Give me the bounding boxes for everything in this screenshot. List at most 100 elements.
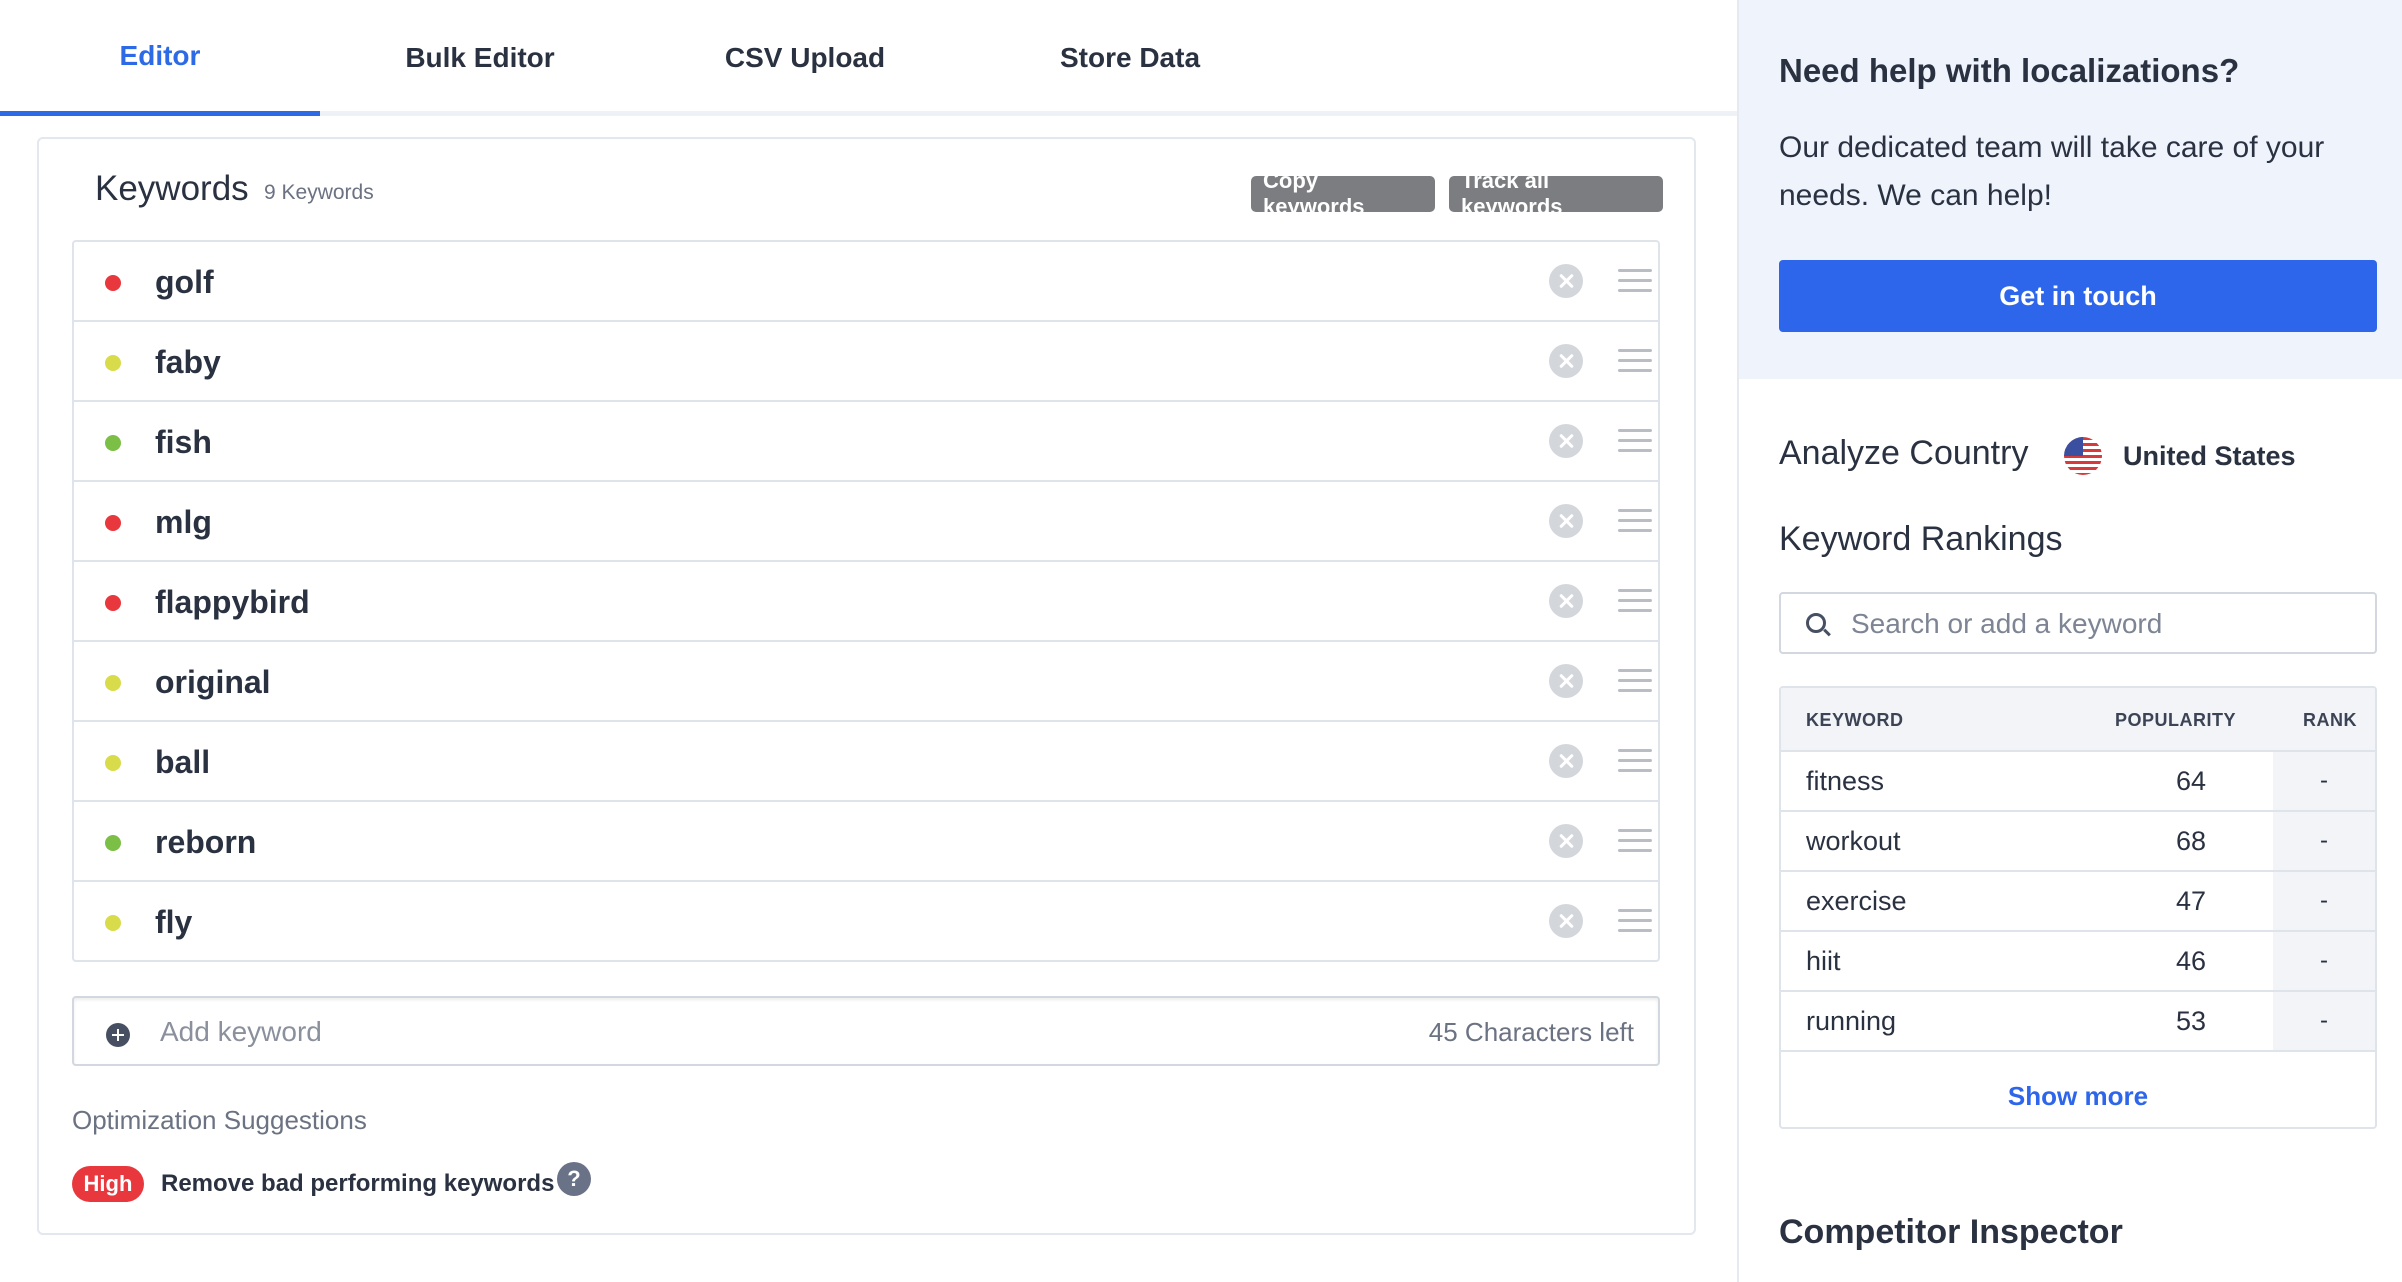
help-panel: Need help with localizations? Our dedica… bbox=[1739, 0, 2402, 379]
copy-keywords-button[interactable]: Copy keywords bbox=[1251, 168, 1435, 219]
drag-handle-line bbox=[1618, 519, 1652, 522]
drag-handle-line bbox=[1618, 919, 1652, 922]
keyword-list: golf faby fish mlg flappybird original ball reb… bbox=[72, 240, 1660, 962]
drag-handle-line bbox=[1618, 909, 1652, 912]
keyword-text[interactable]: fish bbox=[155, 420, 212, 464]
close-circle-icon[interactable] bbox=[1549, 264, 1583, 298]
help-text: Our dedicated team will take care of you… bbox=[1779, 131, 2325, 212]
keyword-row[interactable]: reborn bbox=[74, 802, 1658, 882]
drag-handle-line bbox=[1618, 429, 1652, 432]
drag-handle-icon[interactable] bbox=[1618, 269, 1652, 293]
cell-rank: - bbox=[2273, 992, 2375, 1050]
table-row[interactable]: fitness 64 - bbox=[1781, 752, 2375, 812]
main-area: Editor Bulk Editor CSV Upload Store Data… bbox=[0, 0, 1737, 1282]
drag-handle-line bbox=[1618, 589, 1652, 592]
drag-handle-line bbox=[1618, 829, 1652, 832]
drag-handle-line bbox=[1618, 349, 1652, 352]
keyword-text[interactable]: original bbox=[155, 660, 271, 704]
drag-handle-line bbox=[1618, 669, 1652, 672]
header-keyword[interactable]: KEYWORD bbox=[1806, 710, 1904, 731]
keyword-text[interactable]: flappybird bbox=[155, 580, 310, 624]
track-all-keywords-button[interactable]: Track all keywords bbox=[1449, 168, 1663, 219]
table-row[interactable]: exercise 47 - bbox=[1781, 872, 2375, 932]
tab-bar: Editor Bulk Editor CSV Upload Store Data bbox=[0, 0, 1737, 116]
header-rank[interactable]: RANK bbox=[2303, 710, 2357, 731]
close-circle-icon[interactable] bbox=[1549, 904, 1583, 938]
question-circle-icon[interactable]: ? bbox=[557, 1162, 591, 1196]
table-row[interactable]: hiit 46 - bbox=[1781, 932, 2375, 992]
drag-handle-icon[interactable] bbox=[1618, 669, 1652, 693]
drag-handle-line bbox=[1618, 849, 1652, 852]
keyword-text[interactable]: ball bbox=[155, 740, 210, 784]
drag-handle-line bbox=[1618, 609, 1652, 612]
drag-handle-icon[interactable] bbox=[1618, 429, 1652, 453]
tab-bulk-editor[interactable]: Bulk Editor bbox=[320, 0, 640, 116]
keyword-text[interactable]: faby bbox=[155, 340, 221, 384]
keyword-text[interactable]: mlg bbox=[155, 500, 212, 544]
competitor-inspector-title: Competitor Inspector bbox=[1779, 1213, 2123, 1251]
drag-handle-line bbox=[1618, 439, 1652, 442]
cell-rank: - bbox=[2273, 872, 2375, 930]
keyword-row[interactable]: flappybird bbox=[74, 562, 1658, 642]
keyword-row[interactable]: mlg bbox=[74, 482, 1658, 562]
close-circle-icon[interactable] bbox=[1549, 664, 1583, 698]
keyword-row[interactable]: ball bbox=[74, 722, 1658, 802]
cell-keyword: hiit bbox=[1806, 946, 1841, 976]
keyword-row[interactable]: fish bbox=[74, 402, 1658, 482]
table-row[interactable]: running 53 - bbox=[1781, 992, 2375, 1052]
keyword-search-box[interactable] bbox=[1779, 592, 2377, 654]
cell-popularity: 46 bbox=[2175, 946, 2207, 976]
keyword-search-input[interactable] bbox=[1851, 604, 2361, 644]
drag-handle-line bbox=[1618, 759, 1652, 762]
close-circle-icon[interactable] bbox=[1549, 584, 1583, 618]
analyze-country-label: Analyze Country bbox=[1779, 434, 2029, 472]
keywords-title: Keywords bbox=[95, 169, 249, 208]
get-in-touch-button[interactable]: Get in touch bbox=[1779, 260, 2377, 332]
drag-handle-line bbox=[1618, 509, 1652, 512]
plus-circle-icon[interactable] bbox=[106, 1023, 130, 1047]
close-circle-icon[interactable] bbox=[1549, 504, 1583, 538]
suggestion-text: Remove bad performing keywords bbox=[161, 1170, 555, 1197]
drag-handle-icon[interactable] bbox=[1618, 909, 1652, 933]
rankings-table: KEYWORD POPULARITY RANK fitness 64- workou… bbox=[1779, 686, 2377, 1129]
drag-handle-line bbox=[1618, 839, 1652, 842]
add-keyword-input[interactable] bbox=[160, 1010, 1360, 1054]
cell-popularity: 68 bbox=[2175, 826, 2207, 856]
cell-popularity: 47 bbox=[2175, 886, 2207, 916]
drag-handle-line bbox=[1618, 679, 1652, 682]
close-circle-icon[interactable] bbox=[1549, 824, 1583, 858]
cell-rank: - bbox=[2273, 752, 2375, 810]
drag-handle-icon[interactable] bbox=[1618, 349, 1652, 373]
drag-handle-icon[interactable] bbox=[1618, 749, 1652, 773]
keyword-row[interactable]: fly bbox=[74, 882, 1658, 960]
close-circle-icon[interactable] bbox=[1549, 344, 1583, 378]
tab-editor[interactable]: Editor bbox=[0, 0, 320, 116]
cell-popularity: 53 bbox=[2175, 1006, 2207, 1036]
table-header: KEYWORD POPULARITY RANK bbox=[1781, 688, 2375, 752]
show-more-link[interactable]: Show more bbox=[1781, 1066, 2375, 1126]
cell-keyword: running bbox=[1806, 1006, 1897, 1036]
drag-handle-icon[interactable] bbox=[1618, 829, 1652, 853]
tab-csv-upload[interactable]: CSV Upload bbox=[645, 0, 965, 116]
keyword-text[interactable]: golf bbox=[155, 260, 214, 304]
drag-handle-line bbox=[1618, 529, 1652, 532]
country-selector[interactable]: United States bbox=[2123, 441, 2296, 472]
us-flag-icon[interactable] bbox=[2064, 437, 2102, 475]
keyword-row[interactable]: golf bbox=[74, 242, 1658, 322]
keyword-text[interactable]: reborn bbox=[155, 820, 256, 864]
search-icon bbox=[1806, 613, 1826, 633]
table-row[interactable]: workout 68 - bbox=[1781, 812, 2375, 872]
drag-handle-icon[interactable] bbox=[1618, 509, 1652, 533]
keyword-text[interactable]: fly bbox=[155, 900, 192, 944]
tab-store-data[interactable]: Store Data bbox=[970, 0, 1290, 116]
keywords-count: 9 Keywords bbox=[264, 181, 374, 204]
sidebar: Need help with localizations? Our dedica… bbox=[1737, 0, 2402, 1282]
keyword-row[interactable]: original bbox=[74, 642, 1658, 722]
drag-handle-line bbox=[1618, 599, 1652, 602]
add-keyword-box[interactable]: 45 Characters left bbox=[72, 996, 1660, 1066]
close-circle-icon[interactable] bbox=[1549, 744, 1583, 778]
keyword-row[interactable]: faby bbox=[74, 322, 1658, 402]
header-popularity[interactable]: POPULARITY bbox=[2115, 710, 2236, 731]
close-circle-icon[interactable] bbox=[1549, 424, 1583, 458]
drag-handle-icon[interactable] bbox=[1618, 589, 1652, 613]
